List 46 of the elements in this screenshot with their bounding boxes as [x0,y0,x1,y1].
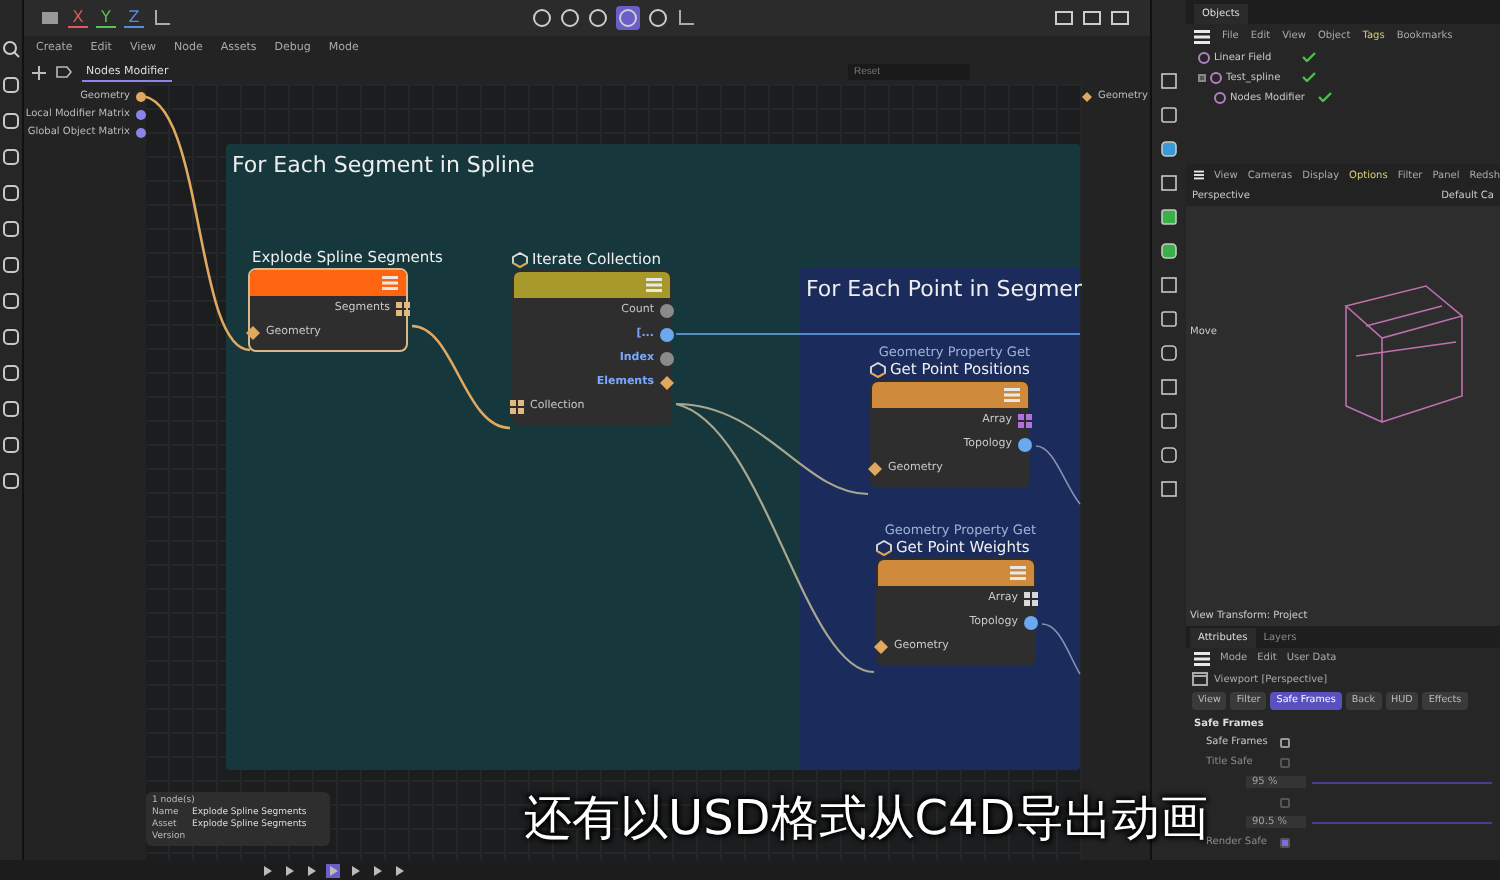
diamond-port-icon[interactable] [660,375,674,389]
checkmark-icon[interactable] [1318,92,1332,102]
wire [1041,623,1081,675]
node-type-icon [876,539,892,555]
grid-port-icon[interactable] [1018,413,1032,427]
port-dot-icon[interactable] [136,109,146,119]
node-type-icon [512,251,528,267]
menu-icon[interactable] [1194,168,1204,182]
grid-port-icon[interactable] [396,301,410,315]
tag-icon[interactable] [56,66,72,78]
axis-toggle[interactable]: X [68,8,88,28]
axis-toggle[interactable]: Z [124,8,144,28]
expand-toggle[interactable] [1198,73,1206,81]
coordinate-icon[interactable] [152,8,172,28]
add-icon[interactable] [32,65,46,79]
port-dot-icon[interactable] [136,127,146,137]
diamond-port-icon[interactable] [246,325,260,339]
node-type-icon [870,361,886,377]
port-dot-icon[interactable] [136,91,146,101]
circle-port-icon[interactable] [660,351,674,365]
circle-port-icon[interactable] [660,327,674,341]
wire [1035,445,1081,505]
diamond-port-icon[interactable] [874,639,888,653]
checkmark-icon[interactable] [1302,72,1316,82]
square-icon[interactable] [1160,106,1178,124]
circle-port-icon[interactable] [1024,615,1038,629]
search-icon[interactable] [2,40,20,58]
playback-icon[interactable] [326,863,340,877]
circle-port-icon[interactable] [660,303,674,317]
wire [411,324,511,430]
subtitle-caption: 还有以USD格式从C4D导出动画 [524,788,1208,850]
display-mode-icon[interactable] [647,8,667,28]
grid-port-icon[interactable] [1024,591,1038,605]
menu-icon[interactable] [1194,651,1210,665]
checkmark-icon[interactable] [1302,52,1316,62]
axis-toggle[interactable]: Y [96,8,116,28]
checkbox[interactable] [1280,737,1290,747]
circle-port-icon[interactable] [1018,437,1032,451]
corner-icon[interactable] [675,8,695,28]
diamond-port-icon[interactable] [868,461,882,475]
group-title: For Each Segment in Spline [232,152,535,178]
menu-icon[interactable] [1194,29,1210,43]
panel-icon[interactable] [40,8,60,28]
grid-port-icon[interactable] [510,399,524,413]
display-mode-icon[interactable] [615,6,639,30]
viewport-icon [1192,672,1208,686]
